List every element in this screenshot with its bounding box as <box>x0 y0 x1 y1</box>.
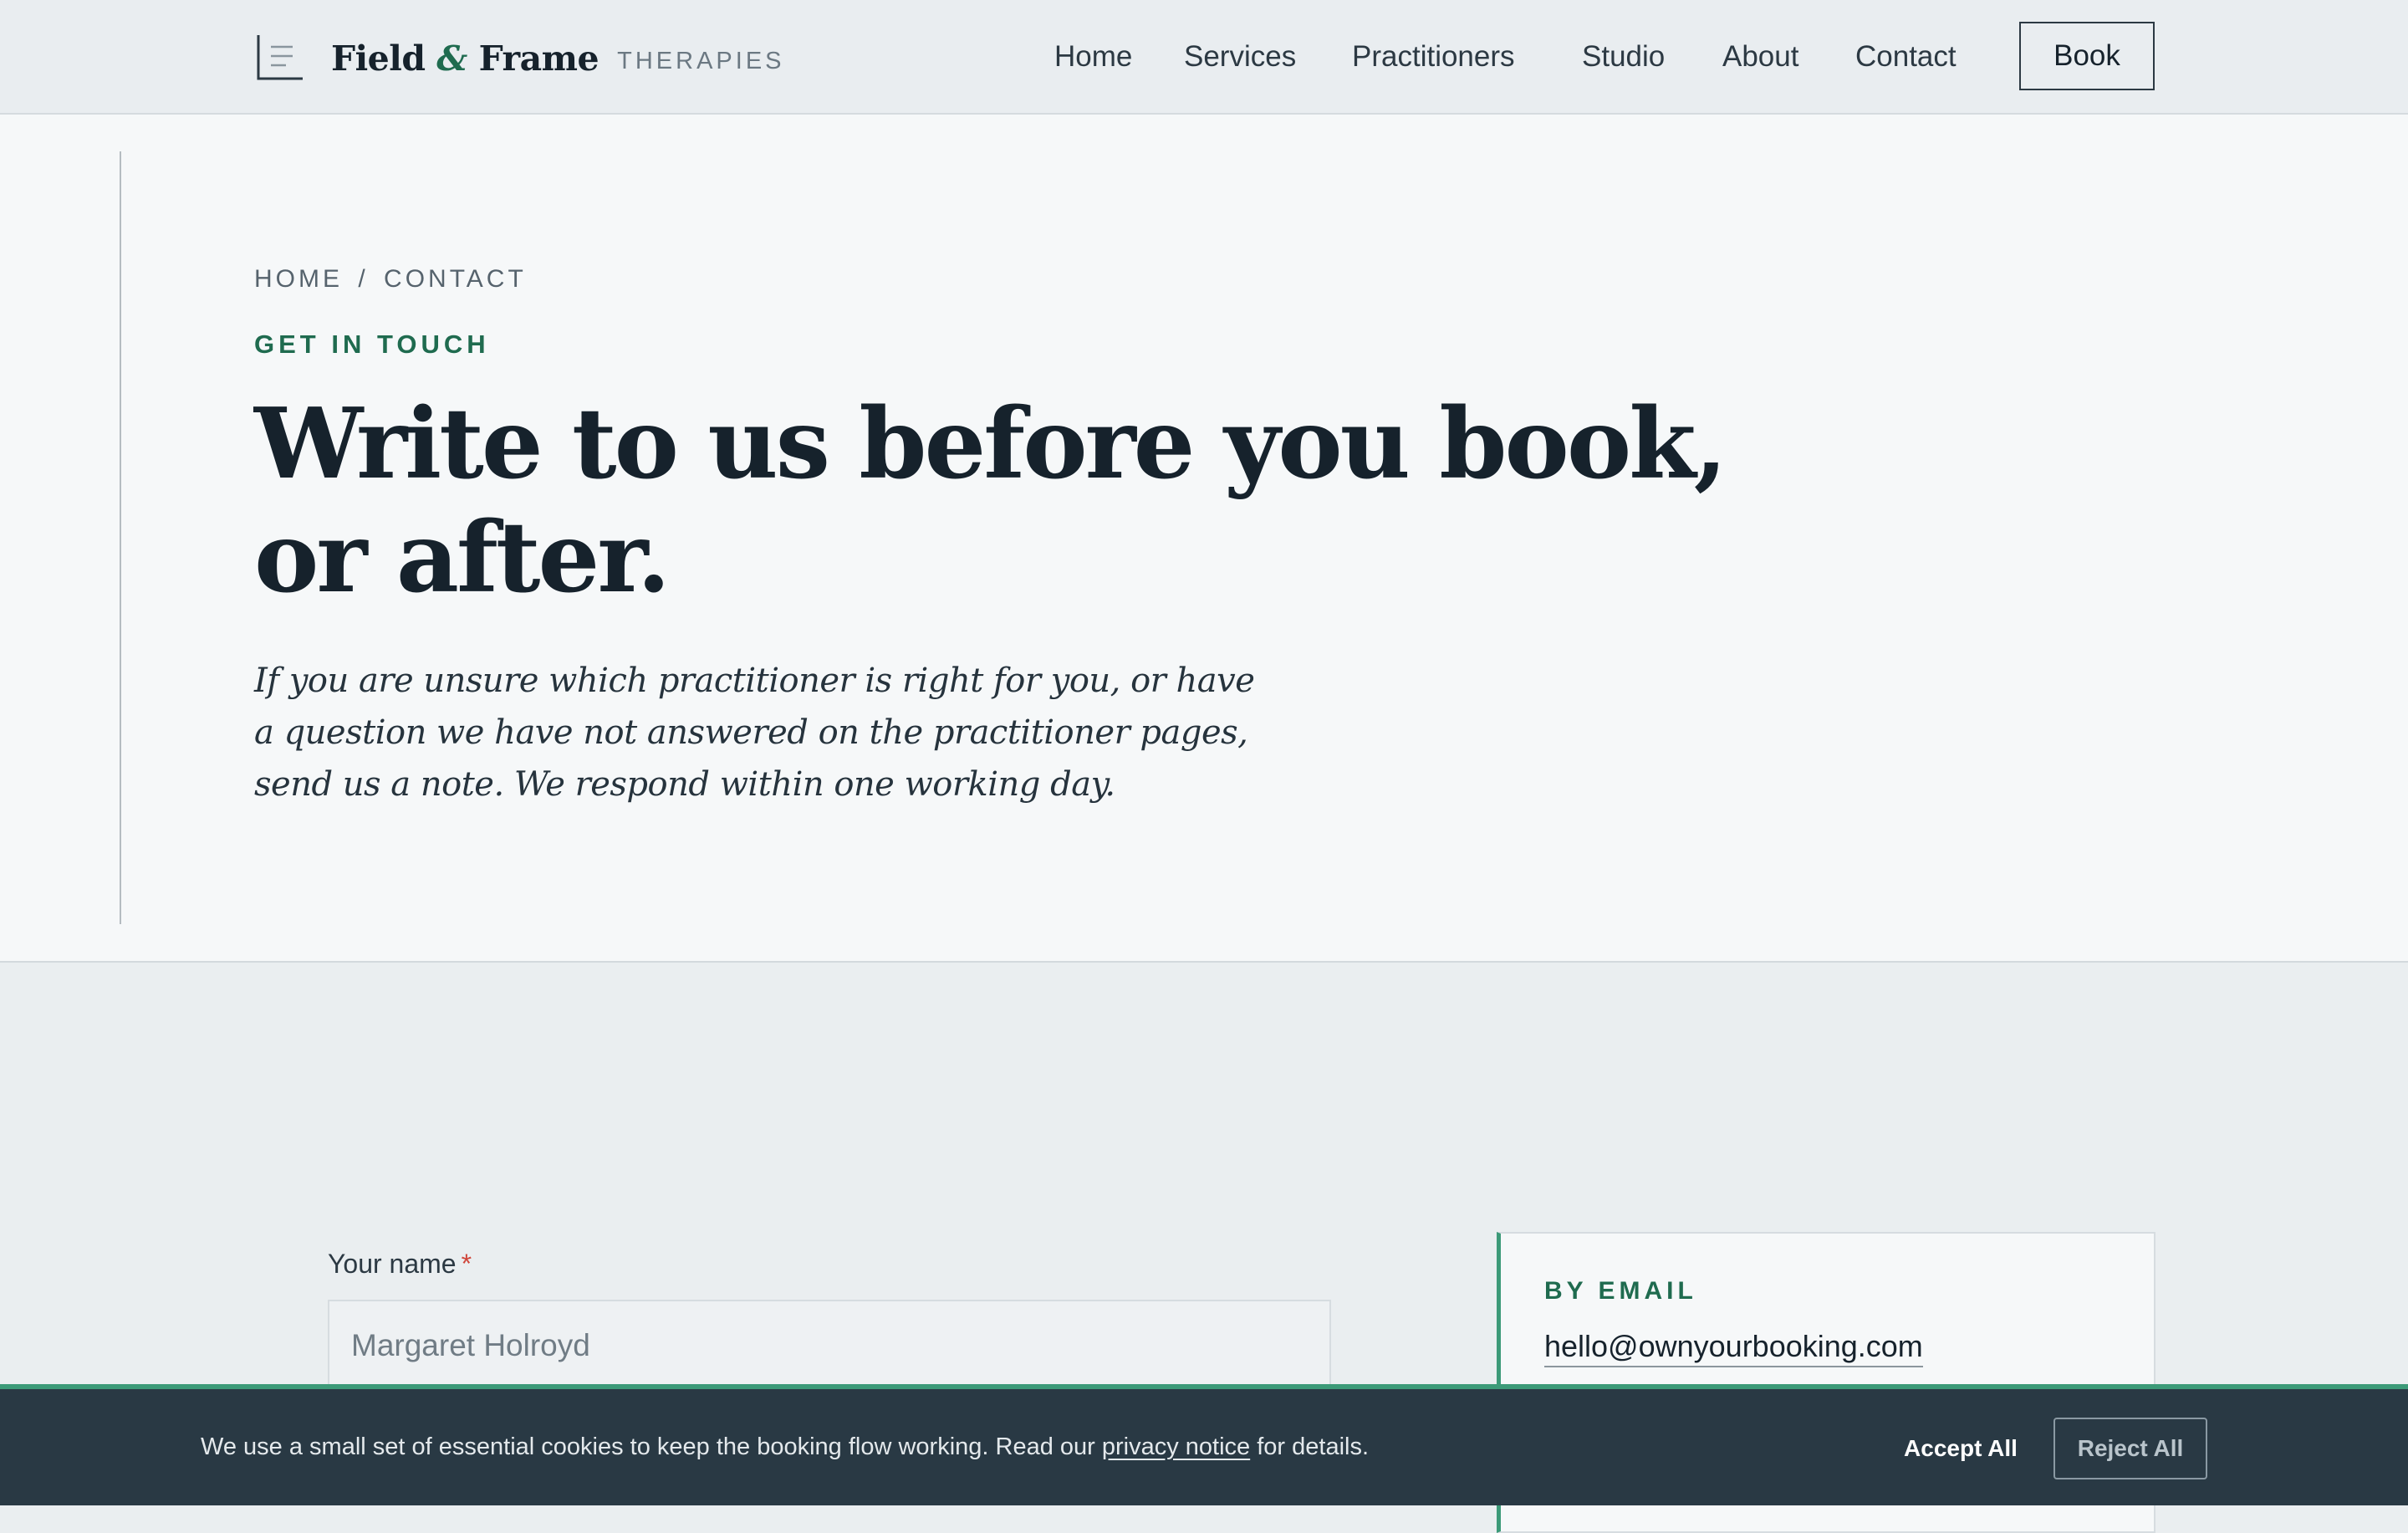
nav-practitioners[interactable]: Practitioners <box>1352 33 1515 80</box>
page-title: Write to us before you book, or after. <box>254 387 1727 615</box>
hero-section: HOME / CONTACT GET IN TOUCH Write to us … <box>0 115 2408 963</box>
book-button[interactable]: Book <box>2019 22 2155 90</box>
brand-name: Field & Frame <box>331 38 599 79</box>
name-field-label: Your name * <box>328 1249 472 1280</box>
nav-services[interactable]: Services <box>1184 33 1296 80</box>
accept-all-button[interactable]: Accept All <box>1890 1419 2032 1478</box>
name-label-text: Your name <box>328 1249 457 1279</box>
required-mark: * <box>461 1249 472 1279</box>
email-heading: BY EMAIL <box>1544 1277 1697 1305</box>
breadcrumb: HOME / CONTACT <box>254 265 527 294</box>
email-link[interactable]: hello@ownyourbooking.com <box>1544 1329 1923 1367</box>
nav-about[interactable]: About <box>1722 33 1798 80</box>
name-input[interactable] <box>328 1300 1331 1392</box>
nav-contact[interactable]: Contact <box>1855 33 1956 80</box>
hero-lede: If you are unsure which practitioner is … <box>254 662 1255 804</box>
privacy-notice-link[interactable]: privacy notice <box>1102 1433 1250 1460</box>
cookie-banner: We use a small set of essential cookies … <box>0 1384 2408 1505</box>
brand-tagline: THERAPIES <box>617 47 785 74</box>
hero-divider <box>120 151 121 924</box>
cookie-message: We use a small set of essential cookies … <box>201 1389 1369 1505</box>
site-header: Field & Frame THERAPIES Home Services Pr… <box>0 0 2408 115</box>
nav-home[interactable]: Home <box>1054 33 1132 80</box>
hero-eyebrow: GET IN TOUCH <box>254 330 490 359</box>
breadcrumb-separator: / <box>358 265 369 293</box>
document-lines-icon[interactable] <box>256 33 304 82</box>
brand-ampersand: & <box>436 38 467 79</box>
reject-all-button[interactable]: Reject All <box>2053 1418 2207 1479</box>
nav-studio[interactable]: Studio <box>1582 33 1665 80</box>
breadcrumb-home[interactable]: HOME <box>254 265 343 293</box>
brand-logo[interactable]: Field & Frame THERAPIES <box>331 33 785 84</box>
cookie-text-before: We use a small set of essential cookies … <box>201 1433 1102 1460</box>
cookie-text-after: for details. <box>1250 1433 1370 1460</box>
breadcrumb-current: CONTACT <box>384 265 527 293</box>
